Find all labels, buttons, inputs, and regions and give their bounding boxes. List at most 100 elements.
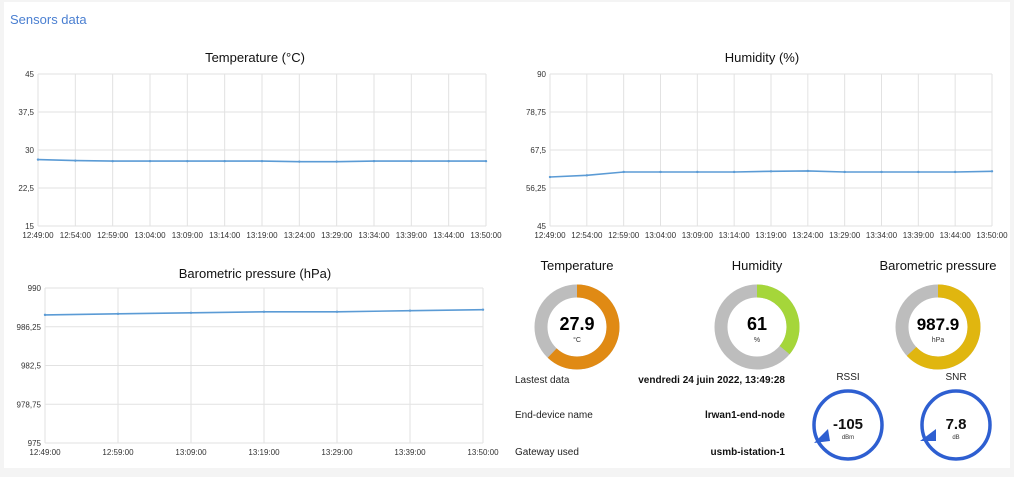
- humidity-x-tick: 13:24:00: [792, 231, 824, 240]
- humidity-data-point: [696, 170, 699, 174]
- temperature-x-tick: 13:44:00: [433, 231, 465, 240]
- temperature-y-tick: 30: [25, 146, 34, 155]
- temperature-data-point: [447, 159, 450, 163]
- humidity-x-tick: 12:49:00: [534, 231, 566, 240]
- temperature-x-tick: 13:34:00: [358, 231, 390, 240]
- temperature-data-point: [298, 160, 301, 163]
- gateway-label: Gateway used: [515, 447, 579, 458]
- temperature-x-tick: 13:29:00: [321, 231, 353, 240]
- humidity-chart-svg: 90 78,75 67,5 56,25 4512:49:00 12:54:00 12:59:…: [526, 70, 1008, 240]
- rssi-dial-ring: -105 dBm: [812, 389, 884, 461]
- humidity-x-tick: 13:09:00: [682, 231, 714, 240]
- pressure-y-tick: 978,75: [17, 400, 42, 409]
- temperature-x-tick: 13:50:00: [470, 231, 502, 240]
- pressure-gauge-title: Barometric pressure: [879, 258, 997, 273]
- gateway-value: usmb-istation-1: [710, 447, 785, 458]
- temperature-gauge-unit: °C: [573, 336, 581, 344]
- snr-dial: SNR 7.8 dB: [916, 372, 996, 463]
- humidity-x-tick: 13:19:00: [755, 231, 787, 240]
- last-data-label: Lastest data: [515, 375, 570, 386]
- pressure-x-tick: 13:19:00: [248, 448, 280, 457]
- temperature-data-point: [260, 159, 264, 163]
- pressure-data-point: [262, 310, 266, 313]
- temperature-data-point: [372, 159, 376, 163]
- humidity-y-tick: 67,5: [530, 146, 546, 155]
- pressure-x-tick: 13:50:00: [467, 448, 499, 457]
- temperature-x-tick: 13:14:00: [209, 231, 241, 240]
- humidity-data-point: [659, 170, 662, 174]
- snr-unit: dB: [952, 435, 959, 441]
- humidity-data-point: [917, 170, 920, 174]
- temperature-data-point: [484, 159, 488, 163]
- snr-value: 7.8: [946, 416, 967, 433]
- temperature-gauge: Temperature 27.9 °C: [522, 258, 632, 377]
- device-row: End-device name lrwan1-end-node: [515, 410, 785, 424]
- humidity-gauge-unit: %: [754, 337, 760, 344]
- pressure-data-point: [189, 311, 193, 314]
- last-data-row: Lastest data vendredi 24 juin 2022, 13:4…: [515, 375, 785, 389]
- humidity-x-tick: 13:39:00: [903, 231, 935, 240]
- temperature-chart: Temperature (°C) 45 37,5 30 22,5 15 12:49:00 1…: [8, 46, 502, 246]
- humidity-x-tick: 12:54:00: [571, 231, 603, 240]
- temperature-x-tick: 12:49:00: [22, 231, 54, 240]
- pressure-y-tick: 990: [28, 284, 42, 293]
- humidity-gauge: Humidity 61 %: [702, 258, 812, 377]
- temperature-data-point: [148, 159, 152, 163]
- humidity-data-point: [548, 175, 552, 179]
- pressure-data-point: [481, 308, 485, 311]
- humidity-y-tick: 90: [537, 70, 546, 79]
- humidity-y-tick: 78,75: [526, 108, 547, 117]
- temperature-x-tick: 13:19:00: [246, 231, 278, 240]
- pressure-y-tick: 986,25: [17, 323, 42, 332]
- device-value: lrwan1-end-node: [704, 410, 785, 421]
- rssi-unit: dBm: [842, 435, 854, 441]
- humidity-x-tick: 13:29:00: [829, 231, 861, 240]
- humidity-data-point: [769, 170, 773, 173]
- pressure-x-tick: 13:09:00: [175, 448, 207, 457]
- pressure-chart: Barometric pressure (hPa) 990 986,25 982,5…: [8, 262, 502, 466]
- humidity-x-tick: 13:50:00: [976, 231, 1008, 240]
- temperature-y-tick: 45: [25, 70, 34, 79]
- temperature-y-tick: 15: [25, 222, 34, 231]
- humidity-gauge-value: 61: [747, 314, 767, 334]
- pressure-gauge-ring: 987.9 hPa: [895, 284, 981, 370]
- humidity-gauge-title: Humidity: [731, 258, 783, 273]
- rssi-title: RSSI: [836, 372, 860, 383]
- pressure-chart-svg: 990 986,25 982,5 978,75 97512:49:00 12:59:00 1…: [17, 284, 500, 457]
- rssi-value: -105: [833, 416, 863, 433]
- group-title: Sensors data: [10, 12, 87, 27]
- pressure-gauge-unit: hPa: [932, 337, 945, 344]
- temperature-y-tick: 22,5: [18, 184, 34, 193]
- temperature-x-tick: 13:24:00: [284, 231, 316, 240]
- pressure-data-point: [335, 310, 339, 313]
- pressure-x-tick: 13:39:00: [394, 448, 426, 457]
- temperature-data-point: [410, 159, 413, 163]
- humidity-data-point: [953, 170, 957, 174]
- pressure-data-point: [43, 313, 47, 317]
- humidity-chart: Humidity (%) 90 78,75 67,5 56,25 45 12:49:00 1…: [514, 46, 1010, 246]
- temperature-chart-svg: 45 37,5 30 22,5 1512:49:00 12:54:00 12:59:00 13…: [18, 70, 502, 240]
- humidity-x-tick: 13:44:00: [940, 231, 972, 240]
- gateway-row: Gateway used usmb-istation-1: [515, 447, 785, 461]
- temperature-data-point: [223, 159, 226, 163]
- temperature-gauge-value: 27.9: [559, 314, 594, 334]
- humidity-gauge-ring: 61 %: [714, 284, 800, 370]
- temperature-x-tick: 12:59:00: [97, 231, 129, 240]
- humidity-x-tick: 13:34:00: [866, 231, 898, 240]
- temperature-data-point: [74, 159, 77, 162]
- humidity-y-tick: 45: [537, 222, 546, 231]
- humidity-data-point: [880, 170, 883, 174]
- pressure-x-tick: 12:59:00: [102, 448, 134, 457]
- snr-title: SNR: [945, 372, 967, 383]
- humidity-x-tick: 12:59:00: [608, 231, 640, 240]
- rssi-dial: RSSI -105 dBm: [808, 372, 888, 463]
- humidity-x-tick: 13:14:00: [719, 231, 751, 240]
- pressure-data-point: [408, 309, 412, 312]
- humidity-y-tick: 56,25: [526, 184, 547, 193]
- humidity-data-point: [732, 170, 736, 174]
- temperature-x-tick: 13:04:00: [134, 231, 166, 240]
- humidity-data-point: [843, 170, 846, 174]
- humidity-data-point: [622, 170, 625, 174]
- pressure-gauge-value: 987.9: [917, 315, 960, 334]
- snr-dial-ring: 7.8 dB: [920, 389, 992, 461]
